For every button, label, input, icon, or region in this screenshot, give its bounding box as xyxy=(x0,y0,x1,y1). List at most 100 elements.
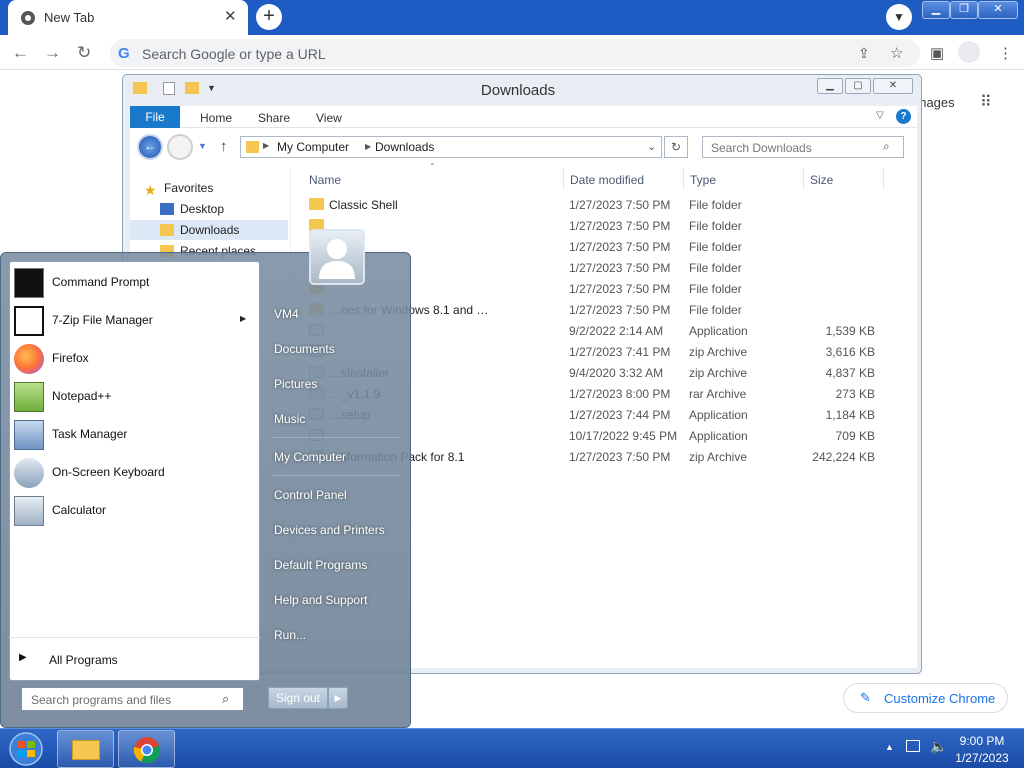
shutdown-options-arrow-icon[interactable]: ▶ xyxy=(328,687,348,709)
file-date: 1/27/2023 7:50 PM xyxy=(569,219,671,233)
tab-file[interactable]: File xyxy=(130,106,180,128)
file-name: Classic Shell xyxy=(329,198,398,212)
forward-button[interactable] xyxy=(167,134,193,160)
user-avatar[interactable] xyxy=(309,229,365,285)
breadcrumb-downloads[interactable]: Downloads xyxy=(375,140,434,154)
folder-icon xyxy=(309,198,324,210)
notepadpp-icon xyxy=(14,382,44,412)
program-label: Notepad++ xyxy=(52,389,112,403)
ribbon-expand-icon[interactable]: ▽ xyxy=(876,110,884,121)
recent-locations-icon[interactable]: ▼ xyxy=(198,141,207,151)
column-header-size[interactable]: Size xyxy=(810,173,833,187)
sign-out-button[interactable]: Sign out xyxy=(268,687,328,709)
file-type: File folder xyxy=(689,240,742,254)
start-program-item[interactable]: Firefox xyxy=(10,340,261,378)
tab-new-tab[interactable]: New Tab ✕ xyxy=(8,0,248,35)
close-tab-icon[interactable]: ✕ xyxy=(224,7,237,25)
explorer-maximize-button[interactable]: ▢ xyxy=(845,78,871,94)
side-panel-icon[interactable]: ▣ xyxy=(930,44,944,62)
nav-favorites[interactable]: ★ Favorites xyxy=(130,178,288,198)
all-programs-button[interactable]: ▶ All Programs xyxy=(9,637,260,681)
apps-grid-icon[interactable]: ⠿ xyxy=(980,92,992,112)
submenu-arrow-icon[interactable]: ▶ xyxy=(240,314,246,323)
file-type: zip Archive xyxy=(689,450,748,464)
tab-share[interactable]: Share xyxy=(258,111,290,125)
start-program-item[interactable]: Task Manager xyxy=(10,416,261,454)
start-link-pictures[interactable]: Pictures xyxy=(274,377,317,391)
column-header-date[interactable]: Date modified xyxy=(570,173,644,187)
explorer-minimize-button[interactable]: ▁ xyxy=(817,78,843,94)
search-icon: ⌕ xyxy=(222,691,230,706)
nav-desktop[interactable]: Desktop xyxy=(130,199,288,219)
firefox-icon xyxy=(14,344,44,374)
help-icon[interactable]: ? xyxy=(896,109,911,124)
start-link-my-computer[interactable]: My Computer xyxy=(274,450,346,464)
column-header-name[interactable]: Name xyxy=(309,173,341,187)
start-program-item[interactable]: Command Prompt xyxy=(10,264,261,302)
start-program-item[interactable]: Notepad++ xyxy=(10,378,261,416)
start-separator xyxy=(271,437,401,438)
start-link-devices-and-printers[interactable]: Devices and Printers xyxy=(274,523,385,537)
reload-icon[interactable]: ↻ xyxy=(77,43,91,63)
start-program-item[interactable]: On-Screen Keyboard xyxy=(10,454,261,492)
start-link-control-panel[interactable]: Control Panel xyxy=(274,488,347,502)
column-separator[interactable] xyxy=(883,168,884,190)
breadcrumb-my-computer[interactable]: My Computer xyxy=(277,140,349,154)
share-icon[interactable]: ⇪ xyxy=(858,45,870,62)
file-date: 1/27/2023 8:00 PM xyxy=(569,387,671,401)
customize-chrome-button[interactable]: ✎ Customize Chrome xyxy=(843,683,1008,713)
minimize-button[interactable]: ▁ xyxy=(922,1,950,19)
file-size: 4,837 KB xyxy=(825,366,875,380)
profile-avatar[interactable] xyxy=(958,41,980,63)
file-date: 1/27/2023 7:44 PM xyxy=(569,408,671,422)
file-type: File folder xyxy=(689,282,742,296)
clock-time[interactable]: 9:00 PM xyxy=(940,734,1024,748)
keyboard-icon xyxy=(14,458,44,488)
explorer-close-button[interactable]: ✕ xyxy=(873,78,913,94)
close-window-button[interactable]: ✕ xyxy=(978,1,1018,19)
address-row: ← ▼ ↑ ▶ My Computer ▶ Downloads ⌄ ↻ Sear… xyxy=(130,128,917,168)
file-date: 9/4/2020 3:32 AM xyxy=(569,366,664,380)
tab-view[interactable]: View xyxy=(316,111,342,125)
search-downloads-input[interactable]: Search Downloads ⌕ xyxy=(702,136,904,158)
column-separator[interactable] xyxy=(563,168,564,190)
up-arrow-icon[interactable]: ↑ xyxy=(220,138,228,155)
start-search-input[interactable]: Search programs and files ⌕ xyxy=(21,687,244,711)
start-link-run[interactable]: Run... xyxy=(274,628,306,642)
column-separator[interactable] xyxy=(803,168,804,190)
start-link-documents[interactable]: Documents xyxy=(274,342,335,356)
address-bar[interactable]: ▶ My Computer ▶ Downloads ⌄ xyxy=(240,136,662,158)
tab-title: New Tab xyxy=(44,10,95,25)
start-button[interactable] xyxy=(4,731,48,767)
file-row[interactable]: Classic Shell 1/27/2023 7:50 PM File folde… xyxy=(291,194,911,215)
back-arrow-icon[interactable]: ← xyxy=(12,43,29,63)
bookmark-star-icon[interactable]: ☆ xyxy=(890,44,903,62)
start-link-vm4[interactable]: VM4 xyxy=(274,307,299,321)
file-date: 9/2/2022 2:14 AM xyxy=(569,324,664,338)
show-hidden-icons-icon[interactable]: ▲ xyxy=(885,742,894,752)
column-header-type[interactable]: Type xyxy=(690,173,716,187)
start-program-item[interactable]: 7-Zip File Manager ▶ xyxy=(10,302,261,340)
clock-date[interactable]: 1/27/2023 xyxy=(940,751,1024,765)
new-tab-button[interactable]: + xyxy=(256,4,282,30)
column-separator[interactable] xyxy=(683,168,684,190)
start-link-music[interactable]: Music xyxy=(274,412,305,426)
chevron-down-icon[interactable]: ▼ xyxy=(886,4,912,30)
tab-home[interactable]: Home xyxy=(200,111,232,125)
address-dropdown-icon[interactable]: ⌄ xyxy=(647,140,656,153)
chevron-right-icon: ▶ xyxy=(365,142,372,151)
start-program-item[interactable]: Calculator xyxy=(10,492,261,530)
start-link-help-and-support[interactable]: Help and Support xyxy=(274,593,367,607)
menu-dots-icon[interactable]: ⋮ xyxy=(998,44,1013,62)
taskbar-chrome-button[interactable] xyxy=(118,730,175,768)
start-link-default-programs[interactable]: Default Programs xyxy=(274,558,367,572)
taskbar-explorer-button[interactable] xyxy=(57,730,114,768)
restore-button[interactable]: ❐ xyxy=(950,1,978,19)
omnibox[interactable]: G Search Google or type a URL ⇪ ☆ xyxy=(110,39,920,67)
refresh-button[interactable]: ↻ xyxy=(664,136,688,158)
nav-downloads[interactable]: Downloads xyxy=(130,220,288,240)
file-row[interactable]: 1/27/2023 7:50 PM File folder xyxy=(291,215,911,236)
forward-arrow-icon[interactable]: → xyxy=(44,43,61,63)
network-icon[interactable] xyxy=(906,740,920,752)
back-button[interactable]: ← xyxy=(137,134,163,160)
